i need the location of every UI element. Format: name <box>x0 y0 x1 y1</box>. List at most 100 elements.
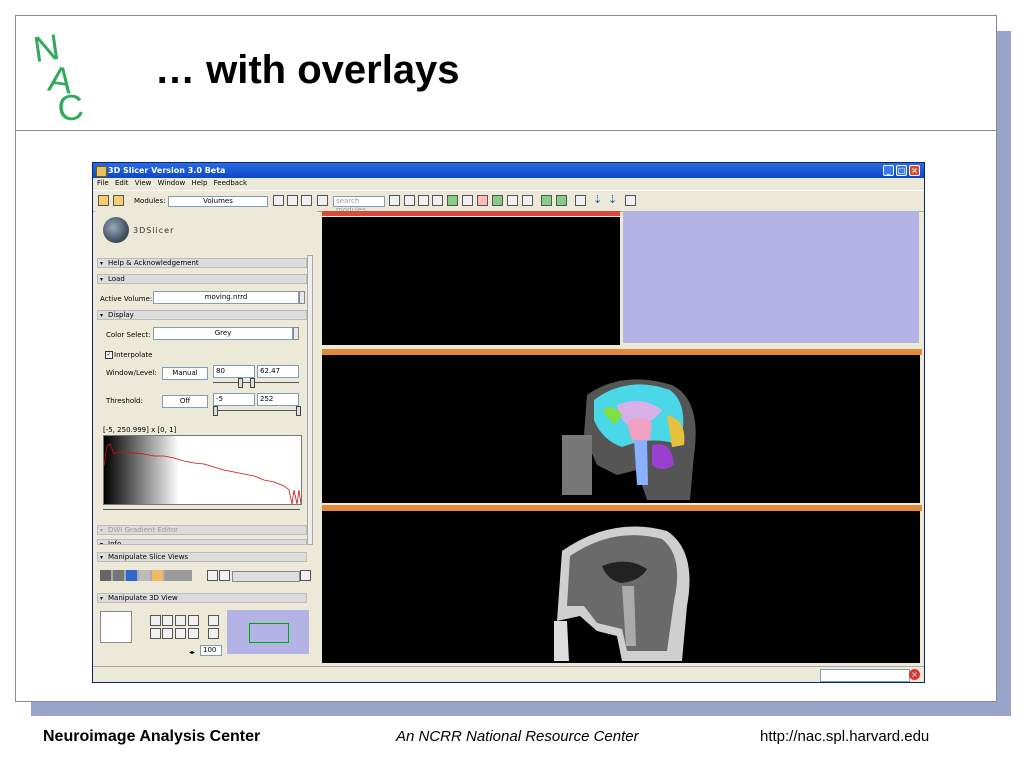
menu-window[interactable]: Window <box>158 178 186 189</box>
slice-slider[interactable] <box>232 571 300 582</box>
histogram-range-label: [-5, 250.999] x [0, 1] <box>103 426 177 434</box>
pin-icon[interactable]: ⇣ <box>593 194 604 206</box>
slicer-name: 3DSlicer <box>133 226 175 235</box>
redo-icon[interactable] <box>556 195 567 206</box>
threshold-label: Threshold: <box>106 397 143 405</box>
save-icon[interactable] <box>113 195 124 206</box>
search-modules-input[interactable]: search modules <box>333 196 385 214</box>
export-icon[interactable] <box>208 615 219 626</box>
footer-url[interactable]: http://nac.spl.harvard.edu <box>760 728 929 745</box>
manip-3d-section-header[interactable]: Manipulate 3D View <box>97 593 307 603</box>
rock-icon[interactable] <box>162 615 173 626</box>
footer-organization: Neuroimage Analysis Center <box>43 728 261 745</box>
sagittal-slice-view[interactable] <box>322 511 920 663</box>
threshold-slider-high-handle[interactable] <box>296 406 301 416</box>
footer-tagline: An NCRR National Resource Center <box>396 728 639 745</box>
reset-icon[interactable] <box>300 570 311 581</box>
brain-mri-image <box>554 526 690 661</box>
load-section-header[interactable]: Load <box>97 274 307 284</box>
overlay-slice-view[interactable] <box>322 355 920 503</box>
zoom-arrows-icon[interactable]: ◂▸ <box>189 649 195 656</box>
home-view-icon[interactable] <box>404 195 415 206</box>
level-value-input[interactable]: 62.47 <box>257 365 299 378</box>
orientation-widget[interactable] <box>100 611 132 643</box>
threshold-slider-low-handle[interactable] <box>213 406 218 416</box>
maximize-button[interactable]: □ <box>896 165 907 176</box>
histogram-slider-track[interactable] <box>103 509 300 510</box>
info-section-header[interactable]: Info <box>97 539 307 545</box>
status-field <box>820 669 910 682</box>
window-level-slider-handle-2[interactable] <box>250 378 255 388</box>
color-select[interactable]: Grey <box>153 327 293 340</box>
pin-alt-icon[interactable]: ⇣ <box>608 194 619 206</box>
view-axes-icon[interactable] <box>175 615 186 626</box>
zoom-in-icon[interactable] <box>162 628 173 639</box>
menu-edit[interactable]: Edit <box>115 178 129 189</box>
nac-logo: N A C <box>31 26 86 122</box>
display-section-header[interactable]: Display <box>97 310 307 320</box>
manip-slice-section-header[interactable]: Manipulate Slice Views <box>97 552 307 562</box>
app-icon <box>96 166 107 177</box>
menu-help[interactable]: Help <box>191 178 207 189</box>
svg-text:C: C <box>55 86 85 122</box>
error-icon[interactable]: × <box>909 669 920 680</box>
home-icon[interactable] <box>98 195 109 206</box>
window-value-input[interactable]: 80 <box>213 365 255 378</box>
toolbar: Modules: Volumes search modules ⇣ ⇣ <box>93 190 924 214</box>
close-button[interactable]: × <box>909 165 920 176</box>
stereo-icon[interactable] <box>150 628 161 639</box>
layout-icon[interactable] <box>432 195 443 206</box>
next-module-icon[interactable] <box>287 195 298 206</box>
refresh-icon[interactable] <box>317 195 328 206</box>
globe-icon[interactable] <box>447 195 458 206</box>
threshold-low-input[interactable]: -5 <box>213 393 255 406</box>
window-level-slider-handle[interactable] <box>238 378 243 388</box>
measure-icon[interactable] <box>507 195 518 206</box>
undo-icon[interactable] <box>541 195 552 206</box>
zoom-out-icon[interactable] <box>175 628 186 639</box>
menu-feedback[interactable]: Feedback <box>214 178 247 189</box>
slice-icon[interactable] <box>522 195 533 206</box>
brain-overlay-image <box>562 379 696 500</box>
3d-navigator-view[interactable] <box>227 610 309 654</box>
prev-module-icon[interactable] <box>273 195 284 206</box>
window-level-mode-select[interactable]: Manual <box>162 367 208 380</box>
center-icon[interactable] <box>188 628 199 639</box>
threshold-high-input[interactable]: 252 <box>257 393 299 406</box>
help-section-header[interactable]: Help & Acknowledgement <box>97 258 307 268</box>
empty-view[interactable] <box>623 211 919 343</box>
axial-slice-bar[interactable] <box>322 211 620 216</box>
slice-view-controls[interactable] <box>100 570 192 581</box>
modules-label: Modules: <box>134 197 166 205</box>
panel-scrollbar[interactable] <box>307 255 313 545</box>
fiducial-icon[interactable] <box>418 195 429 206</box>
spin-icon[interactable] <box>150 615 161 626</box>
editor-icon[interactable] <box>492 195 503 206</box>
menu-view[interactable]: View <box>135 178 152 189</box>
minimize-button[interactable]: _ <box>883 165 894 176</box>
rotate-icon[interactable] <box>625 195 636 206</box>
active-volume-spinner[interactable] <box>299 291 305 304</box>
modules-dropdown[interactable]: Volumes <box>168 196 268 207</box>
zoom-value-input[interactable]: 100 <box>200 645 222 656</box>
visibility-icon[interactable] <box>208 628 219 639</box>
interpolate-checkbox[interactable]: ✓ <box>105 351 113 359</box>
module-history-icon[interactable] <box>301 195 312 206</box>
dwi-section-header[interactable]: DWI Gradient Editor <box>97 525 307 535</box>
3d-view[interactable] <box>322 217 620 345</box>
search-icon[interactable] <box>389 195 400 206</box>
threshold-mode-select[interactable]: Off <box>162 395 208 408</box>
threshold-slider-track[interactable] <box>213 410 299 411</box>
fov-icon[interactable] <box>219 570 230 581</box>
link-icon[interactable] <box>207 570 218 581</box>
window-level-slider-track[interactable] <box>213 382 299 383</box>
transform-icon[interactable] <box>477 195 488 206</box>
camera-icon[interactable] <box>462 195 473 206</box>
menu-file[interactable]: File <box>97 178 109 189</box>
color-select-spinner[interactable] <box>293 327 299 340</box>
view-box-icon[interactable] <box>188 615 199 626</box>
screenshot-icon[interactable] <box>575 195 586 206</box>
active-volume-select[interactable]: moving.nrrd <box>153 291 299 304</box>
slicer-logo <box>103 217 129 243</box>
navigator-fov-box[interactable] <box>249 623 289 643</box>
